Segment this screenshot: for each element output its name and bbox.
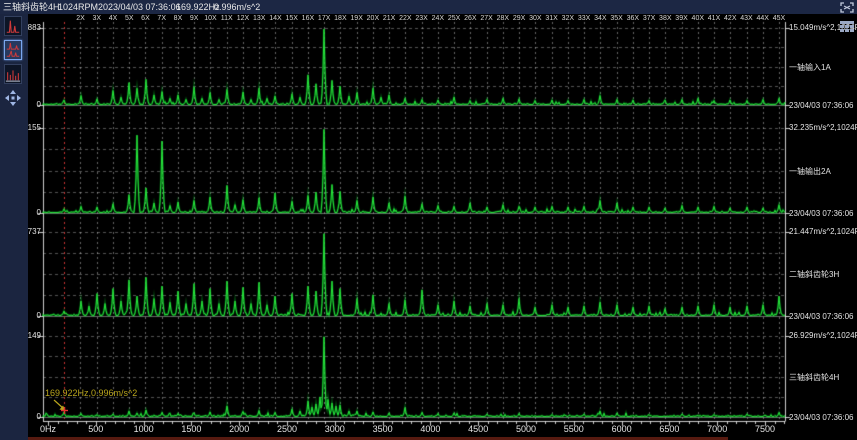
harmonic-label: 7X <box>157 15 166 22</box>
harmonic-label: 39X <box>675 15 687 22</box>
harmonic-label: 45X <box>773 15 785 22</box>
harmonic-label: 37X <box>643 15 655 22</box>
harmonic-label: 12X <box>237 15 249 22</box>
cursor-annotation-label: 169.922Hz,0.996m/s^2 <box>45 388 137 398</box>
channel-name-label: 三轴斜齿轮4H <box>789 372 839 383</box>
harmonic-label: 24X <box>432 15 444 22</box>
harmonic-label: 19X <box>350 15 362 22</box>
expand-icon[interactable] <box>839 1 855 14</box>
harmonic-label: 40X <box>692 15 704 22</box>
harmonic-label: 25X <box>448 15 460 22</box>
harmonic-label: 43X <box>740 15 752 22</box>
rpm-value: 1024RPM <box>58 0 98 14</box>
harmonic-label: 33X <box>578 15 590 22</box>
harmonic-label: 6X <box>141 15 150 22</box>
x-axis-tick-label: 1500 <box>181 424 201 434</box>
x-axis-tick-label: 6500 <box>659 424 679 434</box>
measurement-title: 三轴斜齿轮4H <box>3 0 60 14</box>
vibration-analyzer-window: 三轴斜齿轮4H 1024RPM 2023/04/03 07:36:06 169.… <box>0 0 857 440</box>
harmonic-label: 32X <box>562 15 574 22</box>
x-axis-tick-label: 5500 <box>564 424 584 434</box>
harmonic-label: 23X <box>415 15 427 22</box>
cursor-amplitude-value: 0.996m/s^2 <box>214 0 260 14</box>
harmonic-label: 16X <box>302 15 314 22</box>
harmonic-label: 2X <box>76 15 85 22</box>
harmonic-label: 15X <box>285 15 297 22</box>
harmonic-label: 28X <box>497 15 509 22</box>
channel-total-label: 32.235m/s^2,1024RPM <box>789 123 857 132</box>
x-axis-tick-label: 500 <box>88 424 103 434</box>
harmonic-label: 30X <box>529 15 541 22</box>
cursor-frequency-value: 169.922Hz <box>176 0 220 14</box>
pan-tool-icon[interactable] <box>5 90 21 106</box>
harmonic-label: 42X <box>724 15 736 22</box>
harmonic-label: 10X <box>204 15 216 22</box>
x-axis-tick-label: 2000 <box>229 424 249 434</box>
x-axis-tick-label: 1000 <box>134 424 154 434</box>
harmonic-label: 22X <box>399 15 411 22</box>
x-axis-tick-label: 7500 <box>755 424 775 434</box>
channel-timestamp-label: 23/04/03 07:36:06 <box>789 413 854 422</box>
channel-total-label: 26.929m/s^2,1024RPM <box>789 331 857 340</box>
harmonic-label: 27X <box>480 15 492 22</box>
channel-name-label: 一轴输入1A <box>789 62 831 73</box>
harmonic-label: 41X <box>708 15 720 22</box>
spectrum-single-tool[interactable] <box>4 16 22 36</box>
harmonic-label: 21X <box>383 15 395 22</box>
harmonic-label: 44X <box>757 15 769 22</box>
tool-sidebar <box>0 14 28 440</box>
x-axis-tick-label: 7000 <box>707 424 727 434</box>
harmonic-label: 34X <box>594 15 606 22</box>
x-axis-tick-label: 3000 <box>325 424 345 434</box>
info-bar: 三轴斜齿轮4H 1024RPM 2023/04/03 07:36:06 169.… <box>0 0 857 14</box>
harmonic-label: 3X <box>92 15 101 22</box>
harmonic-label: 14X <box>269 15 281 22</box>
harmonic-label: 38X <box>659 15 671 22</box>
x-axis-tick-label: 6000 <box>612 424 632 434</box>
spectrum-canvas[interactable] <box>0 0 857 440</box>
harmonic-label: 8X <box>174 15 183 22</box>
x-axis-tick-label: 5000 <box>516 424 536 434</box>
harmonic-label: 17X <box>318 15 330 22</box>
harmonic-label: 20X <box>367 15 379 22</box>
channel-name-label: 二轴斜齿轮3H <box>789 269 839 280</box>
channel-name-label: 一轴输出2A <box>789 166 831 177</box>
harmonic-label: 29X <box>513 15 525 22</box>
grid-icon[interactable] <box>839 20 855 33</box>
harmonic-label: 9X <box>190 15 199 22</box>
harmonic-label: 18X <box>334 15 346 22</box>
x-axis-tick-label: 3500 <box>373 424 393 434</box>
harmonic-label: 13X <box>253 15 265 22</box>
x-axis-tick-label: 4500 <box>468 424 488 434</box>
x-axis-tick-label: 4000 <box>420 424 440 434</box>
harmonic-label: 5X <box>125 15 134 22</box>
harmonic-label: 26X <box>464 15 476 22</box>
channel-timestamp-label: 23/04/03 07:36:06 <box>789 209 854 218</box>
channel-timestamp-label: 23/04/03 07:36:06 <box>789 101 854 110</box>
x-axis-tick-label: 0Hz <box>40 424 56 434</box>
cursor-peak-marker[interactable] <box>60 406 69 415</box>
spectrum-peaks-tool[interactable] <box>4 64 22 84</box>
channel-total-label: 21.447m/s^2,1024RPM <box>789 227 857 236</box>
harmonic-label: 11X <box>221 15 233 22</box>
channel-timestamp-label: 23/04/03 07:36:06 <box>789 312 854 321</box>
harmonic-label: 35X <box>610 15 622 22</box>
datetime-value: 2023/04/03 07:36:06 <box>98 0 181 14</box>
harmonic-label: 36X <box>627 15 639 22</box>
spectrum-multi-tool[interactable] <box>4 40 22 60</box>
harmonic-label: 31X <box>545 15 557 22</box>
x-axis-tick-label: 2500 <box>277 424 297 434</box>
harmonic-label: 4X <box>109 15 118 22</box>
